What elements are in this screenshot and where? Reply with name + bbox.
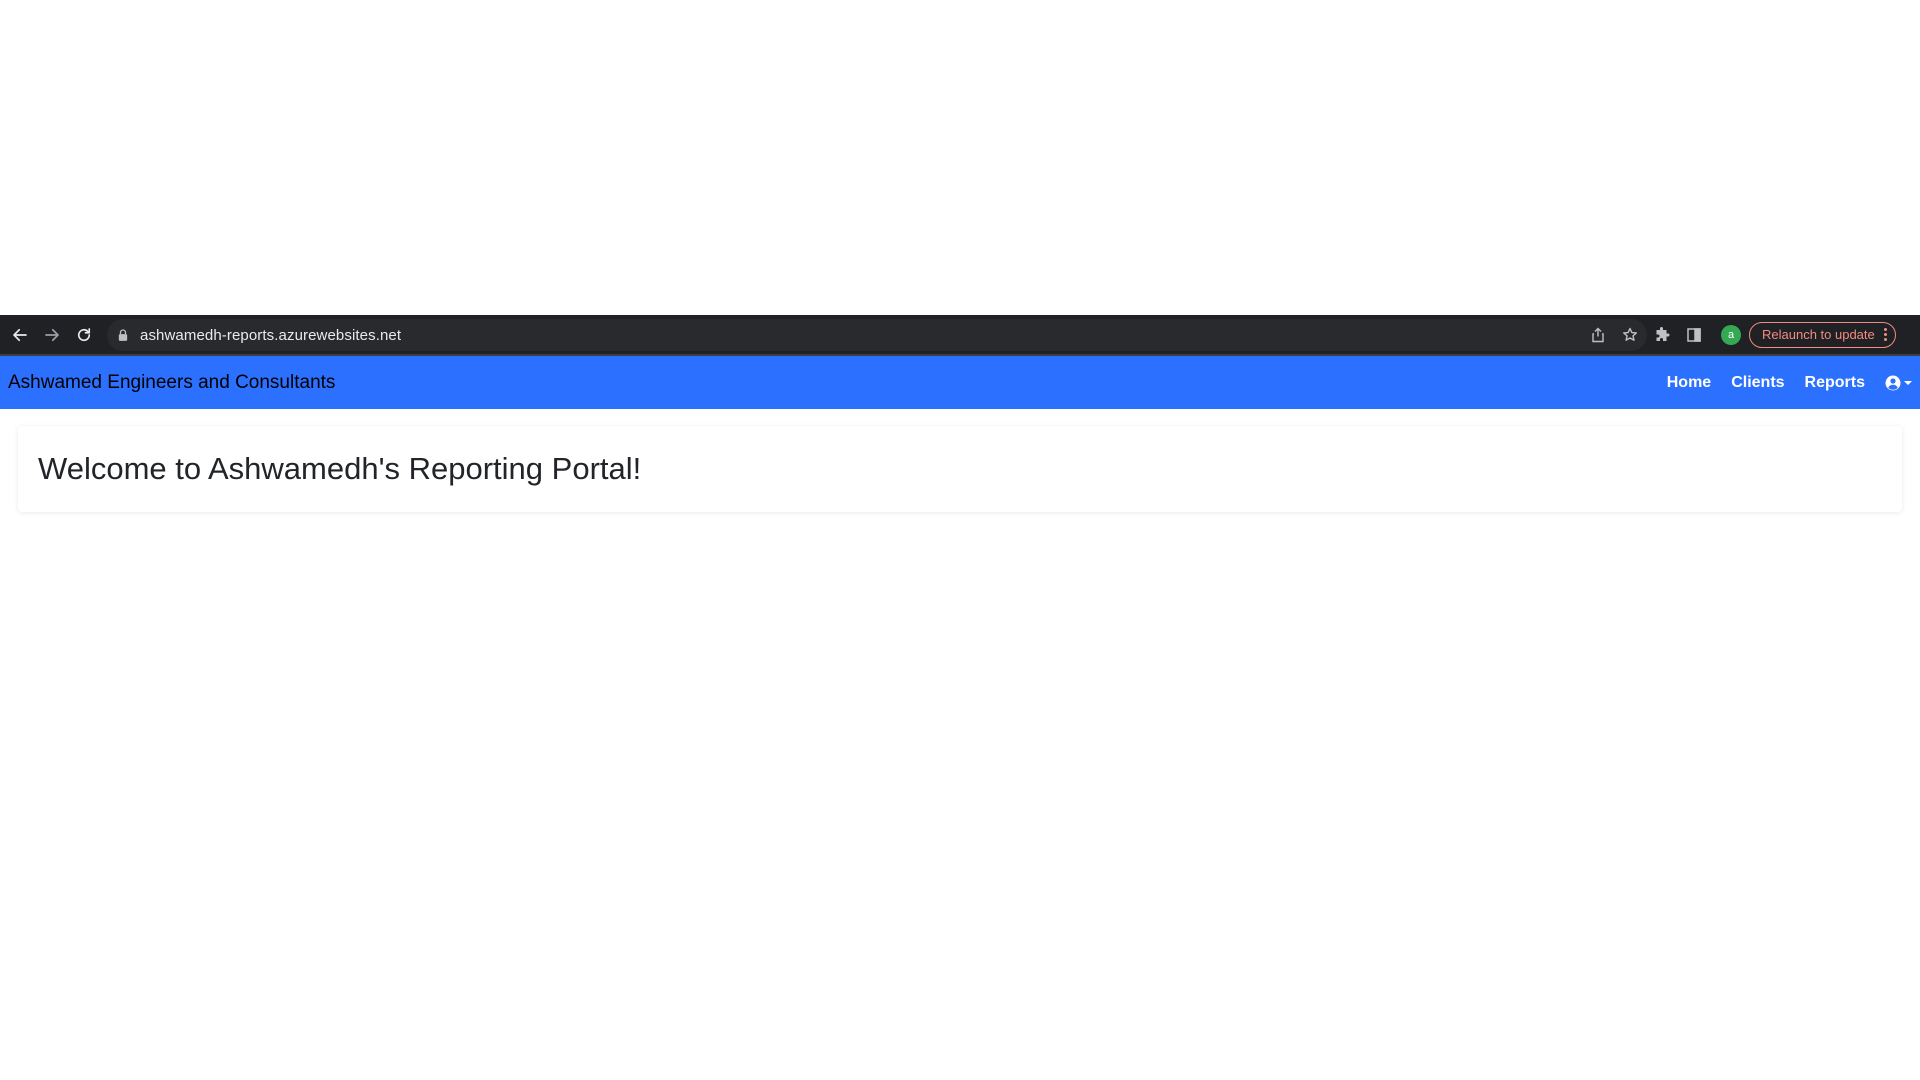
chevron-down-icon: [1904, 380, 1912, 385]
browser-right-tools: a Relaunch to update: [1653, 315, 1896, 354]
relaunch-label: Relaunch to update: [1762, 327, 1875, 342]
site-navbar: Ashwamed Engineers and Consultants Home …: [0, 356, 1920, 409]
main-content: Welcome to Ashwamedh's Reporting Portal!: [0, 409, 1920, 529]
browser-toolbar: ashwamedh-reports.azurewebsites.net a Re…: [0, 315, 1920, 356]
nav-links: Home Clients Reports: [1647, 356, 1912, 409]
forward-arrow-icon: [45, 328, 59, 341]
side-panel-icon[interactable]: [1685, 326, 1703, 344]
star-icon[interactable]: [1621, 326, 1639, 344]
blank-area-top: [0, 0, 1920, 315]
omnibox-actions: [1589, 319, 1639, 351]
puzzle-icon[interactable]: [1653, 326, 1671, 344]
reload-icon: [77, 327, 91, 341]
user-menu-dropdown[interactable]: [1885, 375, 1912, 391]
forward-button[interactable]: [36, 319, 68, 351]
url-text[interactable]: ashwamedh-reports.azurewebsites.net: [140, 327, 401, 344]
address-bar[interactable]: ashwamedh-reports.azurewebsites.net: [107, 319, 1647, 351]
profile-avatar[interactable]: a: [1721, 324, 1741, 345]
back-button[interactable]: [4, 319, 36, 351]
back-arrow-icon: [13, 328, 27, 341]
share-icon[interactable]: [1589, 326, 1607, 344]
nav-link-reports[interactable]: Reports: [1805, 374, 1865, 392]
lock-icon[interactable]: [118, 328, 130, 342]
relaunch-button[interactable]: Relaunch to update: [1749, 321, 1896, 348]
kebab-menu-icon[interactable]: [1883, 327, 1887, 342]
nav-link-home[interactable]: Home: [1667, 374, 1711, 392]
nav-link-clients[interactable]: Clients: [1731, 374, 1784, 392]
welcome-card: Welcome to Ashwamedh's Reporting Portal!: [18, 426, 1902, 512]
user-circle-icon: [1885, 375, 1901, 390]
page-title: Welcome to Ashwamedh's Reporting Portal!: [38, 451, 642, 486]
brand-name[interactable]: Ashwamed Engineers and Consultants: [8, 372, 335, 394]
reload-button[interactable]: [68, 319, 100, 351]
